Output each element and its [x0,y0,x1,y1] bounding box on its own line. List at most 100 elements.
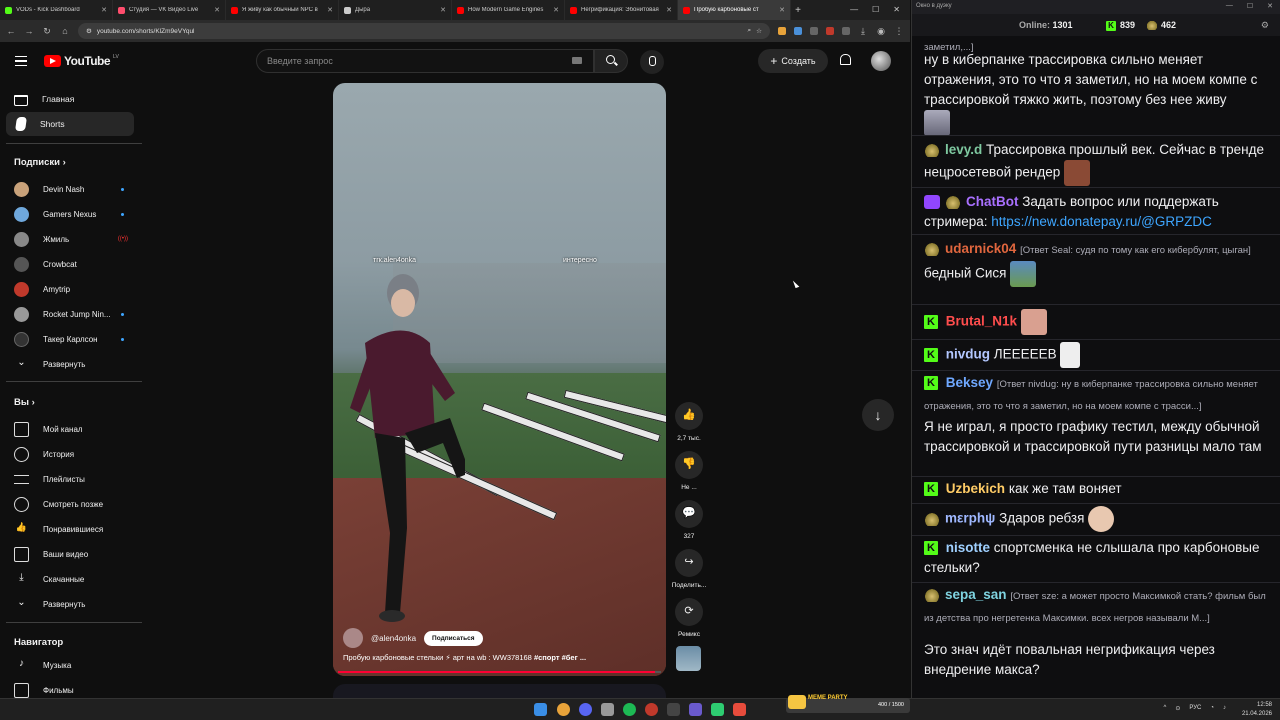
close-tab-icon[interactable]: ✕ [440,6,446,14]
reload-icon[interactable]: ↻ [42,26,52,37]
extensions-puzzle-icon[interactable] [842,27,850,35]
close-tab-icon[interactable]: ✕ [666,6,672,14]
browser-menu-icon[interactable]: ⋮ [894,26,904,37]
channel-avatar[interactable] [343,628,363,648]
subscriptions-heading[interactable]: Подписки › [14,157,66,168]
app-icon[interactable] [645,703,658,716]
clock[interactable]: 12:58 21.04.2026 [1242,701,1272,719]
sidebar-item-downloads[interactable]: ⤓ Скачанные [14,567,134,591]
browser-tab[interactable]: Студия — VK Видео Live ✕ [113,0,226,20]
share-button[interactable]: Поделить... [670,549,708,589]
sound-thumbnail[interactable] [676,646,701,671]
maximize-icon[interactable]: ☐ [1247,2,1253,10]
extension-icon[interactable] [778,27,786,35]
maximize-icon[interactable]: ☐ [872,5,879,14]
close-window-icon[interactable]: ✕ [1267,2,1273,10]
browser-tab[interactable]: Дыра ✕ [339,0,452,20]
chat-username[interactable]: sepa_san [945,587,1007,602]
url-field[interactable]: ⚙ youtube.com/shorts/KlZm9eVYqul ⌕ ☆ [78,23,770,39]
extension-icon[interactable] [810,27,818,35]
extension-icon[interactable] [794,27,802,35]
close-tab-icon[interactable]: ✕ [327,6,333,14]
voice-search-mic-icon[interactable] [640,50,664,74]
sidebar-item-your-videos[interactable]: Ваши видео [14,542,134,566]
sidebar-item-playlists[interactable]: Плейлисты [14,467,134,491]
create-button[interactable]: + Создать [758,49,828,73]
subscription-item[interactable]: Такер Карлсон [14,327,134,351]
sidebar-item-liked[interactable]: 👍 Понравившиеся [14,517,134,541]
browser-tab[interactable]: Негрификация: Эбонитовая ✕ [565,0,678,20]
chrome-app-icon[interactable] [557,703,570,716]
sidebar-item-music[interactable]: ♪ Музыка [14,653,134,677]
close-tab-icon[interactable]: ✕ [214,6,220,14]
subscription-item[interactable]: Gamers Nexus [14,202,134,226]
download-icon[interactable]: ⤓ [858,26,868,37]
keyboard-icon[interactable] [572,57,582,64]
app-icon[interactable] [601,703,614,716]
search-input[interactable]: Введите запрос [256,49,594,73]
video-progress-bar[interactable] [338,671,661,673]
sidebar-item-shorts[interactable]: Shorts [6,112,134,136]
back-arrow-icon[interactable]: ← [6,26,16,36]
sidebar-item-history[interactable]: История [14,442,134,466]
subscription-item[interactable]: Devin Nash [14,177,134,201]
sidebar-item-movies[interactable]: Фильмы [14,678,134,698]
subscription-item[interactable]: Crowbcat [14,252,134,276]
subscription-item[interactable]: Жмиль ((•)) [14,227,134,251]
new-tab-button[interactable]: + [791,5,805,16]
next-short-arrow-icon[interactable]: ↓ [862,399,894,431]
volume-icon[interactable]: ♪ [1223,705,1226,712]
spotify-app-icon[interactable] [623,703,636,716]
remix-button[interactable]: Ремикс [670,598,708,638]
chat-username[interactable]: levy.d [945,142,982,157]
network-icon[interactable]: ⊙ [1175,705,1180,712]
subscription-item[interactable]: Amytrip [14,277,134,301]
chat-username[interactable]: ChatBot [966,194,1019,209]
extension-icon[interactable] [826,27,834,35]
forward-arrow-icon[interactable]: → [24,26,34,36]
app-icon[interactable] [689,703,702,716]
home-icon[interactable]: ⌂ [60,26,70,36]
zoom-icon[interactable]: ⌕ [748,27,752,35]
settings-gear-icon[interactable]: ⚙ [1261,20,1269,31]
chat-username[interactable]: nivdug [946,347,990,362]
dislike-button[interactable]: Не ... [670,451,708,491]
search-button[interactable] [594,49,628,73]
notifications-bell-icon[interactable] [838,53,852,67]
chevron-up-icon[interactable]: ^ [1164,705,1167,712]
you-heading[interactable]: Вы › [14,397,35,408]
minimize-icon[interactable]: — [850,5,858,14]
app-icon[interactable] [667,703,680,716]
subscription-item[interactable]: Rocket Jump Nin... [14,302,134,326]
channel-handle[interactable]: @alen4onka [371,634,416,643]
close-tab-icon[interactable]: ✕ [553,6,559,14]
sidebar-item-watch-later[interactable]: Смотреть позже [14,492,134,516]
chat-username[interactable]: udarnick04 [945,241,1016,256]
donate-link[interactable]: https://new.donatepay.ru/@GRPZDC [991,214,1212,229]
expand-you[interactable]: ⌄ Развернуть [14,592,134,616]
browser-tab[interactable]: How Modern Game Engines ✕ [452,0,565,20]
browser-tab-active[interactable]: Пробую карбоновые ст ✕ [678,0,791,20]
expand-subscriptions[interactable]: ⌄ Развернуть [14,352,134,376]
close-window-icon[interactable]: ✕ [893,5,900,14]
language-indicator[interactable]: РУС [1189,705,1201,712]
close-tab-icon[interactable]: ✕ [779,6,785,14]
discord-app-icon[interactable] [579,703,592,716]
youtube-logo[interactable]: YouTube LV [44,54,119,68]
like-button[interactable]: 2,7 тыс. [670,402,708,442]
video-description[interactable]: Пробую карбоновые стельки ⚡ арт на wb : … [343,653,586,662]
browser-tab[interactable]: VODs - Kick Dashboard ✕ [0,0,113,20]
menu-hamburger-icon[interactable] [15,56,27,66]
app-icon[interactable] [711,703,724,716]
comments-button[interactable]: 327 [670,500,708,540]
chat-username[interactable]: Brutal_N1k [946,314,1017,329]
app-icon[interactable] [733,703,746,716]
chat-username[interactable]: nisotte [946,540,990,555]
chat-username[interactable]: Beksey [946,375,993,390]
description-hashtags[interactable]: #спорт #бег ... [534,653,586,662]
close-tab-icon[interactable]: ✕ [101,6,107,14]
bookmark-star-icon[interactable]: ☆ [756,27,762,35]
minimize-icon[interactable]: — [1226,2,1233,10]
wifi-icon[interactable]: ◔ [1210,705,1214,712]
shorts-video-player[interactable]: тгк.alen4onka интересно @alen4onka Подпи… [333,83,666,676]
